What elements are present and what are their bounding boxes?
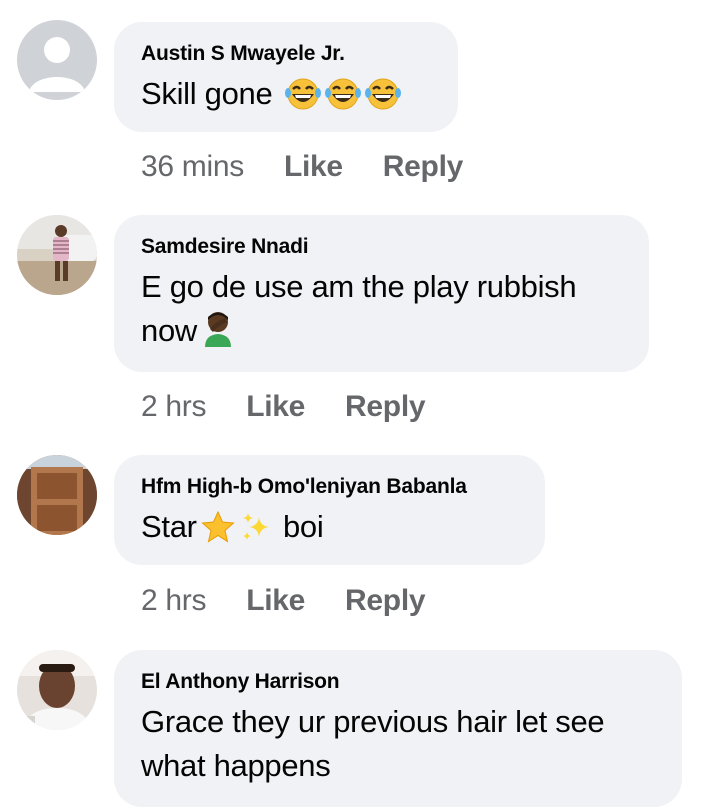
comment-text-line: now (141, 313, 197, 348)
comment-text: E go de use am the play rubbish now (141, 265, 623, 359)
comment-text-line: E go de use am the play rubbish (141, 269, 577, 304)
comment-text: Grace they ur previous hair let see what… (141, 700, 656, 788)
profile-photo (17, 650, 97, 730)
comment-bubble: Samdesire Nnadi E go de use am the play … (114, 215, 649, 372)
avatar[interactable] (17, 650, 97, 730)
comment-text-line: Grace they ur previous hair let see (141, 704, 605, 739)
reply-button[interactable]: Reply (383, 150, 464, 183)
comment-bubble: El Anthony Harrison Grace they ur previo… (114, 650, 682, 807)
comment-text-line: what happens (141, 748, 331, 783)
like-button[interactable]: Like (246, 390, 305, 423)
comment-author[interactable]: Austin S Mwayele Jr. (141, 42, 432, 66)
comment-actions: 36 mins Like Reply (141, 150, 463, 184)
comment-timestamp[interactable]: 2 hrs (141, 584, 207, 617)
comment-text-content: Skill gone (141, 76, 273, 111)
comment-text-content: boi (282, 509, 324, 544)
profile-photo (17, 215, 97, 295)
comment-author[interactable]: Hfm High-b Omo'leniyan Babanla (141, 475, 519, 499)
comment-text: Star boi (141, 505, 519, 555)
sparkles-icon (239, 511, 275, 555)
comment-actions: 2 hrs Like Reply (141, 584, 426, 618)
star-icon (200, 510, 235, 555)
person-facepalming-icon (201, 309, 235, 359)
comment-text: Skill gone (141, 72, 432, 122)
face-with-tears-of-joy-icon (364, 78, 401, 122)
face-with-tears-of-joy-icon (324, 78, 361, 122)
reply-button[interactable]: Reply (345, 390, 426, 423)
comment-actions: 2 hrs Like Reply (141, 390, 426, 424)
comment-text-content: Star (141, 509, 197, 544)
avatar[interactable] (17, 215, 97, 295)
comment-timestamp[interactable]: 36 mins (141, 150, 244, 183)
face-with-tears-of-joy-icon (284, 78, 321, 122)
profile-photo (17, 455, 97, 535)
comment-author[interactable]: El Anthony Harrison (141, 670, 656, 694)
comment-author[interactable]: Samdesire Nnadi (141, 235, 623, 259)
comment-bubble: Hfm High-b Omo'leniyan Babanla Star boi (114, 455, 545, 565)
comment-timestamp[interactable]: 2 hrs (141, 390, 207, 423)
default-avatar-icon (17, 20, 97, 100)
comment-bubble: Austin S Mwayele Jr. Skill gone (114, 22, 458, 132)
like-button[interactable]: Like (284, 150, 343, 183)
reply-button[interactable]: Reply (345, 584, 426, 617)
avatar[interactable] (17, 455, 97, 535)
avatar[interactable] (17, 20, 97, 100)
like-button[interactable]: Like (246, 584, 305, 617)
